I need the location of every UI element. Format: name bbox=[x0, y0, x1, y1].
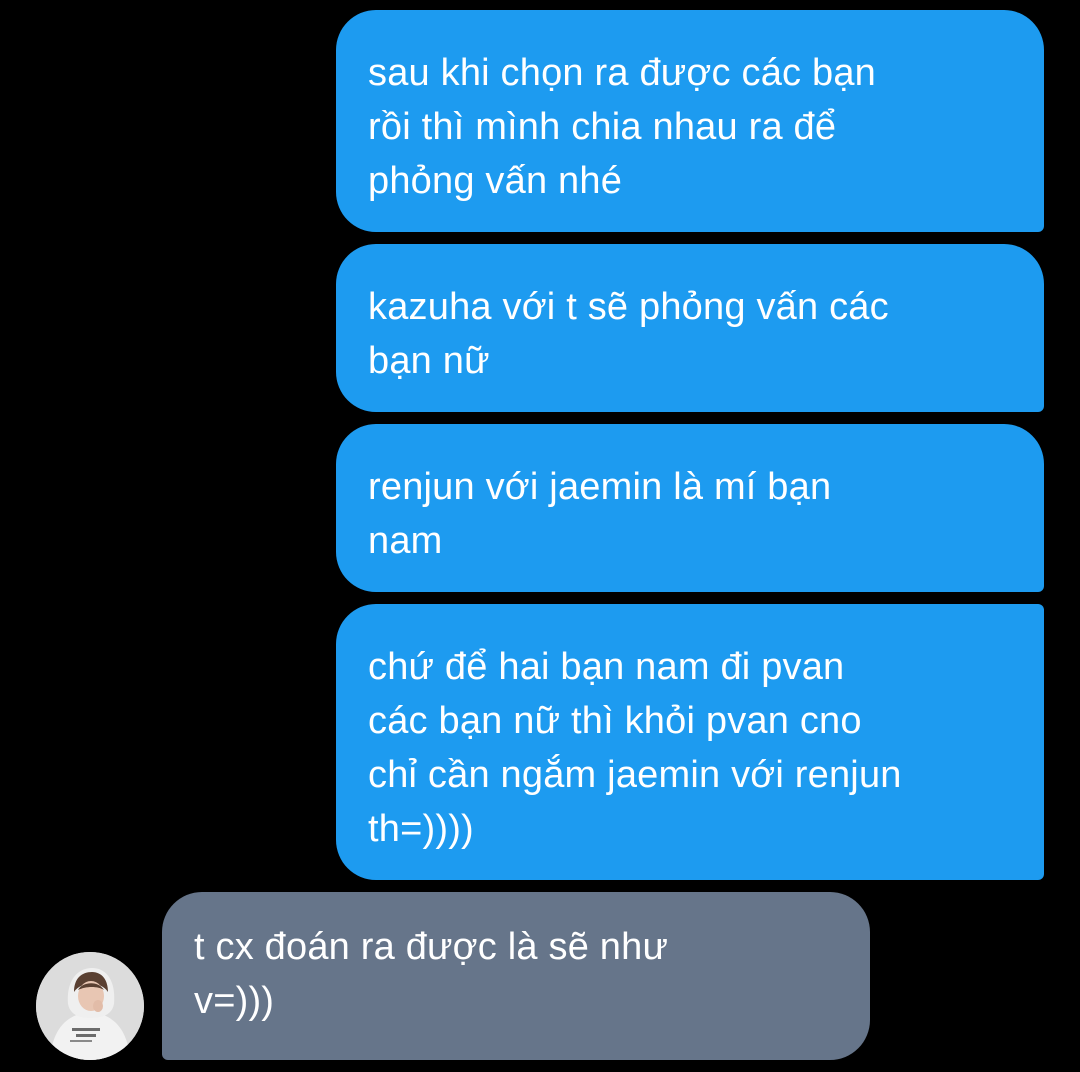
avatar-photo-icon bbox=[36, 952, 144, 1060]
outgoing-message[interactable]: renjun với jaemin là mí bạn nam bbox=[336, 424, 1044, 592]
outgoing-message[interactable]: kazuha với t sẽ phỏng vấn các bạn nữ bbox=[336, 244, 1044, 412]
contact-avatar[interactable] bbox=[36, 952, 144, 1060]
incoming-message[interactable]: t cx đoán ra được là sẽ như v=))) bbox=[162, 892, 870, 1060]
outgoing-message[interactable]: sau khi chọn ra được các bạn rồi thì mìn… bbox=[336, 10, 1044, 232]
outgoing-message[interactable]: chứ để hai bạn nam đi pvan các bạn nữ th… bbox=[336, 604, 1044, 880]
